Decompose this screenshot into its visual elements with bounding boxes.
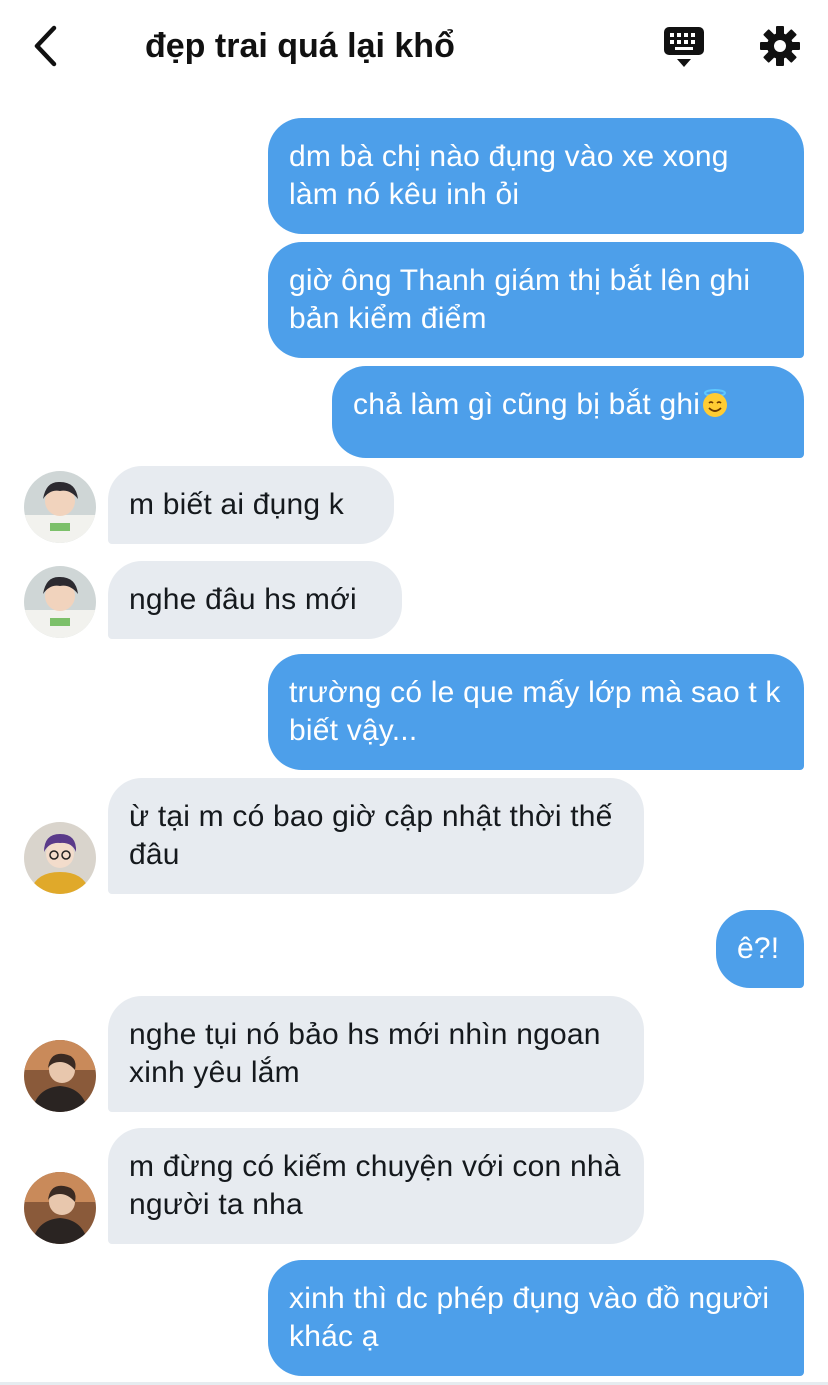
message-bubble-outgoing[interactable]: chả làm gì cũng bị bắt ghi xyxy=(332,366,804,458)
message-bubble-incoming[interactable]: m đừng có kiếm chuyện với con nhà người … xyxy=(108,1128,644,1244)
avatar-boy-photo xyxy=(24,566,96,638)
avatar-boy-photo xyxy=(24,1040,96,1112)
message-bubble-outgoing[interactable]: ê?! xyxy=(716,910,804,988)
message-text: m biết ai đụng k xyxy=(129,488,344,521)
avatar[interactable] xyxy=(24,1040,96,1112)
conversation-header: đẹp trai quá lại khổ xyxy=(0,0,828,92)
gear-icon xyxy=(760,26,800,66)
message-text: m đừng có kiếm chuyện với con nhà người … xyxy=(129,1150,621,1221)
message-bubble-outgoing[interactable]: giờ ông Thanh giám thị bắt lên ghi bản k… xyxy=(268,242,804,358)
message-text: dm bà chị nào đụng vào xe xong làm nó kê… xyxy=(289,140,729,211)
message-bubble-incoming[interactable]: ừ tại m có bao giờ cập nhật thời thế đâu xyxy=(108,778,644,894)
message-bubble-outgoing[interactable]: trường có le que mấy lớp mà sao t k biết… xyxy=(268,654,804,770)
message-text: xinh thì dc phép đụng vào đồ người khác … xyxy=(289,1282,770,1353)
message-text: chả làm gì cũng bị bắt ghi xyxy=(353,388,701,421)
avatar-boy-photo xyxy=(24,1172,96,1244)
message-text: trường có le que mấy lớp mà sao t k biết… xyxy=(289,676,781,747)
message-text: nghe đâu hs mới xyxy=(129,583,357,616)
message-bubble-outgoing[interactable]: dm bà chị nào đụng vào xe xong làm nó kê… xyxy=(268,118,804,234)
message-text: giờ ông Thanh giám thị bắt lên ghi bản k… xyxy=(289,264,751,335)
back-button[interactable] xyxy=(26,22,66,70)
message-text: nghe tụi nó bảo hs mới nhìn ngoan xinh y… xyxy=(129,1018,601,1089)
keyboard-button[interactable] xyxy=(660,24,708,70)
avatar-boy-photo xyxy=(24,822,96,894)
avatar[interactable] xyxy=(24,822,96,894)
message-text: ừ tại m có bao giờ cập nhật thời thế đâu xyxy=(129,800,613,871)
settings-button[interactable] xyxy=(756,22,804,70)
avatar-boy-photo xyxy=(24,471,96,543)
conversation-title: đẹp trai quá lại khổ xyxy=(145,27,455,65)
message-bubble-incoming[interactable]: m biết ai đụng k xyxy=(108,466,394,544)
avatar[interactable] xyxy=(24,471,96,543)
message-bubble-incoming[interactable]: nghe đâu hs mới xyxy=(108,561,402,639)
smiling-face-with-halo-icon xyxy=(703,389,728,417)
message-bubble-outgoing[interactable]: xinh thì dc phép đụng vào đồ người khác … xyxy=(268,1260,804,1376)
avatar[interactable] xyxy=(24,1172,96,1244)
message-text: ê?! xyxy=(737,932,780,965)
chevron-left-icon xyxy=(34,25,57,67)
keyboard-icon xyxy=(664,27,704,67)
avatar[interactable] xyxy=(24,566,96,638)
message-bubble-incoming[interactable]: nghe tụi nó bảo hs mới nhìn ngoan xinh y… xyxy=(108,996,644,1112)
